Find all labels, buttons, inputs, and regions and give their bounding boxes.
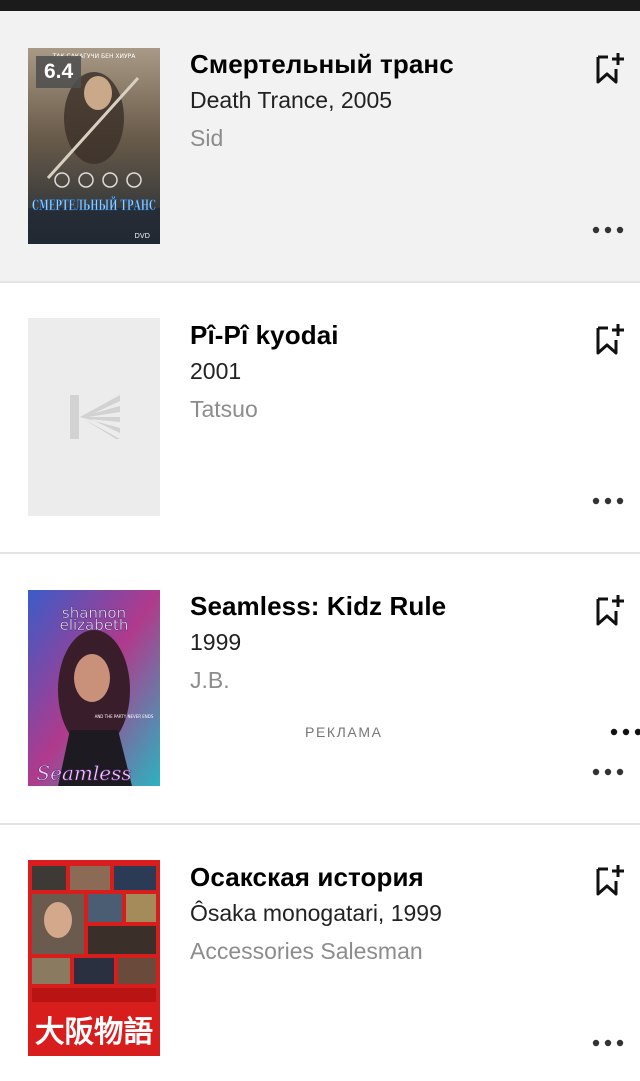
film-original-title-year: Death Trance, 2005 [190, 87, 393, 113]
poster-image: 大阪物語 [28, 860, 160, 1056]
film-row-pi-pi-kyodai[interactable]: Pî-Pî kyodai 2001 Tatsuo [0, 283, 640, 552]
film-original-title-year: Ôsaka monogatari, 1999 [190, 900, 442, 926]
film-title[interactable]: Осакская история [190, 862, 424, 893]
film-poster[interactable]: shannon elizabeth AND THE PARTY NEVER EN… [28, 590, 160, 786]
film-row-death-trance[interactable]: ТАК САКАГУЧИ БЕН ХИУРА СМЕРТЕЛЬНЫЙ ТРАНС… [0, 11, 640, 281]
poster-title-text: 大阪物語 [35, 1015, 153, 1050]
film-poster-placeholder[interactable] [28, 318, 160, 516]
poster-tagline: AND THE PARTY NEVER ENDS [95, 714, 154, 719]
bookmark-add-icon[interactable] [594, 863, 626, 897]
poster-corner-text: DVD [135, 232, 150, 240]
film-year: 1999 [190, 629, 242, 655]
more-dots-icon[interactable] [590, 223, 626, 237]
rating-badge: 6.4 [36, 56, 82, 88]
more-dots-icon[interactable] [590, 494, 626, 508]
ad-more-dots-icon[interactable] [608, 725, 640, 739]
more-dots-icon[interactable] [590, 1036, 626, 1050]
film-poster[interactable]: ТАК САКАГУЧИ БЕН ХИУРА СМЕРТЕЛЬНЫЙ ТРАНС… [28, 48, 160, 244]
status-bar [0, 0, 640, 11]
film-poster[interactable]: 大阪物語 [28, 860, 160, 1056]
film-title[interactable]: Seamless: Kidz Rule [190, 591, 446, 622]
film-title[interactable]: Смертельный транс [190, 49, 454, 80]
film-role: Sid [190, 125, 224, 151]
film-row-osaka-story[interactable]: 大阪物語 Осакская история Ôsaka monogatari, … [0, 825, 640, 1081]
more-dots-icon[interactable] [590, 765, 626, 779]
bookmark-add-icon[interactable] [594, 51, 626, 85]
poster-image: shannon elizabeth AND THE PARTY NEVER EN… [28, 590, 160, 786]
film-title[interactable]: Pî-Pî kyodai [190, 320, 339, 351]
kinopoisk-logo-icon [70, 395, 120, 439]
film-role: J.B. [190, 667, 230, 693]
bookmark-add-icon[interactable] [594, 322, 626, 356]
film-year: 2001 [190, 358, 242, 384]
ad-label: РЕКЛАМА [305, 724, 383, 740]
film-role: Accessories Salesman [190, 938, 423, 964]
poster-name-line2: elizabeth [60, 616, 129, 634]
poster-title-text: Seamless [36, 761, 131, 785]
bookmark-add-icon[interactable] [594, 593, 626, 627]
film-role: Tatsuo [190, 396, 258, 422]
film-row-seamless[interactable]: shannon elizabeth AND THE PARTY NEVER EN… [0, 554, 640, 823]
poster-title-text: СМЕРТЕЛЬНЫЙ ТРАНС [32, 195, 156, 214]
